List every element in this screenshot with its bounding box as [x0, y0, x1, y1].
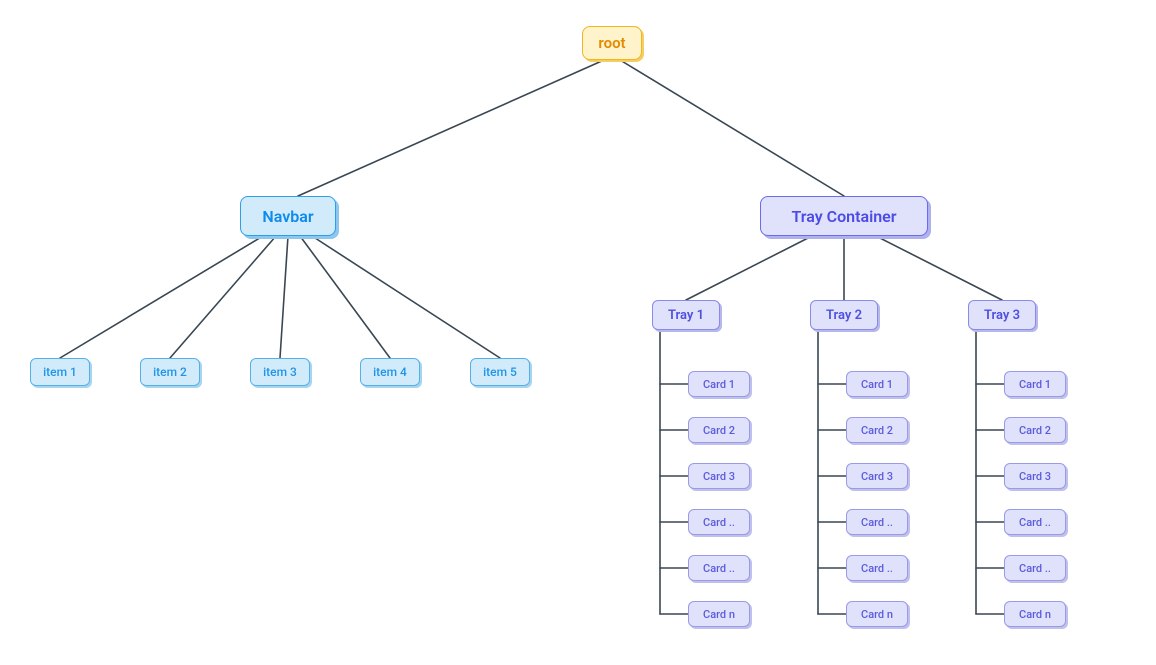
tray-2: Tray 2 [810, 300, 878, 330]
edge-layer [0, 0, 1156, 665]
tray-1-card-1: Card 1 [688, 371, 750, 397]
tray-container-node: Tray Container [760, 196, 928, 236]
navbar-item-5: item 5 [470, 358, 530, 386]
tray-1-card-2: Card 2 [688, 417, 750, 443]
tray-1-card-3: Card 3 [688, 463, 750, 489]
edge-navbar-item4 [300, 236, 390, 358]
tray-3-card-1: Card 1 [1004, 371, 1066, 397]
edge-navbar-item1 [60, 236, 263, 358]
navbar-item-2: item 2 [140, 358, 200, 386]
tray-2-card-3: Card 3 [846, 463, 908, 489]
navbar-item-3: item 3 [250, 358, 310, 386]
tray-1-card-5: Card .. [688, 555, 750, 581]
tray-3-card-4: Card .. [1004, 509, 1066, 535]
edge-navbar-item3 [280, 236, 288, 358]
edge-navbar-item5 [312, 236, 500, 358]
tray-3-card-6: Card n [1004, 601, 1066, 627]
tray-2-card-1: Card 1 [846, 371, 908, 397]
navbar-item-1: item 1 [30, 358, 90, 386]
edge-tc-tray3 [876, 236, 1002, 300]
tray-3-card-5: Card .. [1004, 555, 1066, 581]
tray-2-card-2: Card 2 [846, 417, 908, 443]
tray-2-card-6: Card n [846, 601, 908, 627]
tray-3: Tray 3 [968, 300, 1036, 330]
diagram-stage: root Navbar item 1 item 2 item 3 item 4 … [0, 0, 1156, 665]
tray-3-card-3: Card 3 [1004, 463, 1066, 489]
edge-root-navbar [298, 60, 604, 196]
tray-2-card-4: Card .. [846, 509, 908, 535]
tray-2-card-5: Card .. [846, 555, 908, 581]
tray-1-card-6: Card n [688, 601, 750, 627]
edge-tc-tray1 [686, 236, 812, 300]
root-node: root [582, 26, 642, 60]
edge-root-traycontainer [620, 60, 844, 196]
tray-3-card-2: Card 2 [1004, 417, 1066, 443]
tray-1: Tray 1 [652, 300, 720, 330]
edge-navbar-item2 [170, 236, 276, 358]
navbar-item-4: item 4 [360, 358, 420, 386]
tray-1-card-4: Card .. [688, 509, 750, 535]
navbar-node: Navbar [240, 196, 336, 236]
